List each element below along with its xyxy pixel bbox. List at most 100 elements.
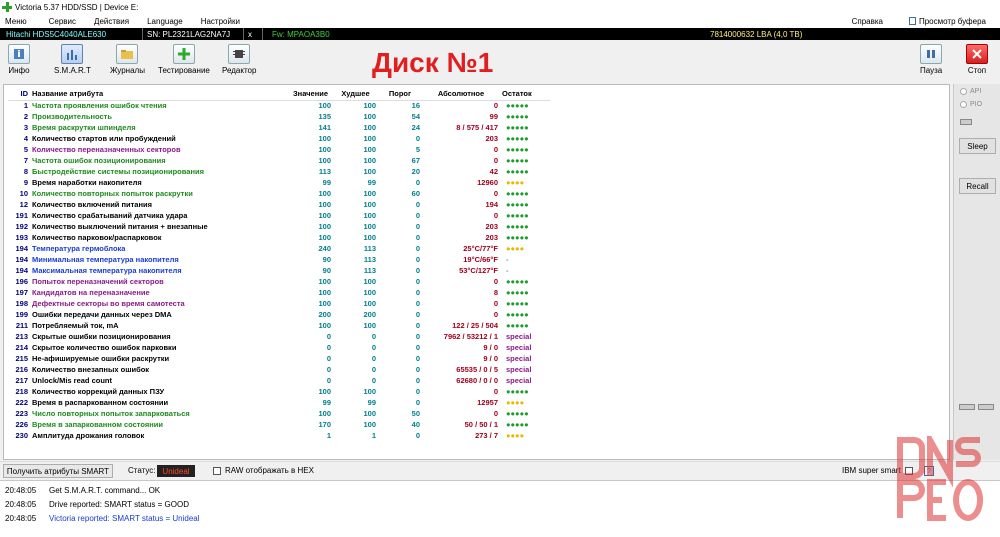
table-row[interactable]: 3 Время раскрутки шпинделя 141 100 24 8 / 575… [8, 122, 550, 133]
remaining-indicator: - [506, 255, 509, 264]
cell-ost: ●●●●● [500, 210, 550, 221]
remaining-indicator: ●●●●● [506, 200, 529, 209]
editor-button[interactable]: Редактор [222, 44, 256, 75]
testing-button[interactable]: Тестирование [158, 44, 210, 75]
menu-service[interactable]: Сервис [44, 17, 83, 26]
table-row[interactable]: 193 Количество парковок/распарковок 100 100… [8, 232, 550, 243]
sleep-button[interactable]: Sleep [959, 138, 996, 154]
menu-main[interactable]: Меню [0, 17, 34, 26]
table-row[interactable]: 196 Попыток переназначений секторов 100 100… [8, 276, 550, 287]
remaining-indicator: ●●●●● [506, 233, 529, 242]
table-row[interactable]: 214 Скрытое количество ошибок парковки 0 0 0… [8, 342, 550, 353]
table-row[interactable]: 2 Производительность 135 100 54 99 ●●●●● [8, 111, 550, 122]
menu-help[interactable]: Справка [844, 17, 891, 26]
table-row[interactable]: 4 Количество стартов или пробуждений 100 10… [8, 133, 550, 144]
table-row[interactable]: 191 Количество срабатываний датчика удара… [8, 210, 550, 221]
get-smart-button[interactable]: Получить атрибуты SMART [3, 464, 113, 478]
table-row[interactable]: 9 Время наработки накопителя 99 99 0 12960 ●●●… [8, 177, 550, 188]
cell-name: Количество срабатываний датчика удара [32, 211, 188, 220]
cell-id: 198 [15, 299, 28, 308]
remaining-indicator: ●●●●● [506, 156, 529, 165]
table-row[interactable]: 10 Количество повторных попыток раскрутки… [8, 188, 550, 199]
cell-thr: 0 [415, 200, 420, 209]
cell-ost: ●●●●● [500, 155, 550, 166]
pause-button[interactable]: Пауза [920, 44, 942, 75]
table-row[interactable]: 194 Максимальная температура накопителя 90… [8, 265, 550, 276]
table-row[interactable]: 8 Быстродействие системы позиционирования… [8, 166, 550, 177]
info-button[interactable]: Инфо [8, 44, 30, 75]
table-row[interactable]: 211 Потребляемый ток, mA 100 100 0 122 / 25 /… [8, 320, 550, 331]
cell-worst: 100 [363, 112, 376, 121]
cell-thr: 0 [415, 354, 420, 363]
table-row[interactable]: 12 Количество включений питания 100 100 0 194… [8, 199, 550, 210]
table-row[interactable]: 199 Ошибки передачи данных через DMA 200 20… [8, 309, 550, 320]
cell-worst: 0 [371, 376, 376, 385]
col-value[interactable]: Значение [288, 88, 333, 101]
device-serial: SN: PL2321LAG2NA7J [147, 29, 231, 39]
menu-settings[interactable]: Настройки [196, 17, 247, 26]
table-row[interactable]: 217 Unlock/Mis read count 0 0 0 62680 / 0 / 0… [8, 375, 550, 386]
table-row[interactable]: 213 Скрытые ошибки позиционирования 0 0 0 796… [8, 331, 550, 342]
remaining-indicator: ●●●●● [506, 145, 529, 154]
col-threshold[interactable]: Порог [378, 88, 422, 101]
cell-thr: 0 [415, 222, 420, 231]
cell-val: 100 [318, 321, 331, 330]
recall-button[interactable]: Recall [959, 178, 996, 194]
cell-thr: 0 [415, 310, 420, 319]
col-worst[interactable]: Худшее [333, 88, 378, 101]
table-row[interactable]: 194 Минимальная температура накопителя 90 1… [8, 254, 550, 265]
cell-val: 0 [326, 332, 331, 341]
table-row[interactable]: 230 Амплитуда дрожания головок 1 1 0 273 / 7 ●… [8, 430, 550, 441]
cell-abs: 42 [489, 167, 498, 176]
col-absolute[interactable]: Абсолютное [422, 88, 500, 101]
table-row[interactable]: 1 Частота проявления ошибок чтения 100 100 1… [8, 100, 550, 111]
cell-ost: ●●●●● [500, 100, 550, 111]
log-time: 20:48:05 [5, 486, 37, 495]
smart-button[interactable]: S.M.A.R.T [54, 44, 91, 75]
separator [243, 28, 244, 40]
menu-actions[interactable]: Действия [89, 17, 136, 26]
cell-thr: 0 [415, 332, 420, 341]
logs-button[interactable]: Журналы [110, 44, 145, 75]
cell-worst: 100 [363, 409, 376, 418]
cell-worst: 100 [363, 123, 376, 132]
cell-name: Попыток переназначений секторов [32, 277, 164, 286]
remaining-indicator: ●●●● [506, 431, 525, 440]
remaining-indicator: ●●●●● [506, 101, 529, 111]
table-row[interactable]: 7 Частота ошибок позиционирования 100 100 67… [8, 155, 550, 166]
menu-language[interactable]: Language [142, 17, 190, 26]
cell-ost: special [500, 331, 550, 342]
cell-id: 193 [15, 233, 28, 242]
table-row[interactable]: 222 Время в распаркованном состоянии 99 99 0… [8, 397, 550, 408]
table-row[interactable]: 197 Кандидатов на переназначение 100 100 0 8 ●… [8, 287, 550, 298]
log-message: Victoria reported: SMART status = Unidea… [49, 514, 200, 523]
cell-val: 141 [318, 123, 331, 132]
menu-view-buffer[interactable]: Просмотр буфера [901, 16, 994, 26]
status-label: Статус: [128, 466, 156, 475]
cell-ost: ●●●●● [500, 309, 550, 320]
table-row[interactable]: 194 Температура гермоблока 240 113 0 25°C/77°… [8, 243, 550, 254]
table-row[interactable]: 215 Не-афишируемые ошибки раскрутки 0 0 0 9 /… [8, 353, 550, 364]
col-remaining[interactable]: Остаток [500, 88, 550, 101]
col-id[interactable]: ID [8, 88, 30, 101]
indicator-box-right[interactable] [978, 404, 994, 410]
table-row[interactable]: 198 Дефектные секторы во время самотеста 1… [8, 298, 550, 309]
table-row[interactable]: 216 Количество внезапных ошибок 0 0 0 65535 /… [8, 364, 550, 375]
raw-hex-checkbox[interactable]: RAW отображать в HEX [213, 466, 314, 475]
stop-button[interactable]: Стоп [966, 44, 988, 75]
cell-val: 100 [318, 101, 331, 111]
table-row[interactable]: 5 Количество переназначенных секторов 100 1… [8, 144, 550, 155]
pio-radio[interactable]: PIO [960, 101, 982, 108]
indicator-box-left[interactable] [959, 404, 975, 410]
api-radio[interactable]: API [960, 88, 981, 95]
cell-abs: 194 [485, 200, 498, 209]
cell-thr: 0 [415, 211, 420, 220]
table-row[interactable]: 223 Число повторных попыток запарковаться… [8, 408, 550, 419]
table-row[interactable]: 226 Время в запаркованном состоянии 170 100… [8, 419, 550, 430]
remaining-indicator: ●●●● [506, 244, 525, 253]
device-close-x[interactable]: x [248, 30, 252, 39]
table-row[interactable]: 192 Количество выключений питания + внеза… [8, 221, 550, 232]
col-name[interactable]: Название атрибута [30, 88, 288, 101]
table-row[interactable]: 218 Количество коррекций данных ПЗУ 100 100… [8, 386, 550, 397]
device-model[interactable]: Hitachi HDS5C4040ALE630 [6, 30, 106, 39]
